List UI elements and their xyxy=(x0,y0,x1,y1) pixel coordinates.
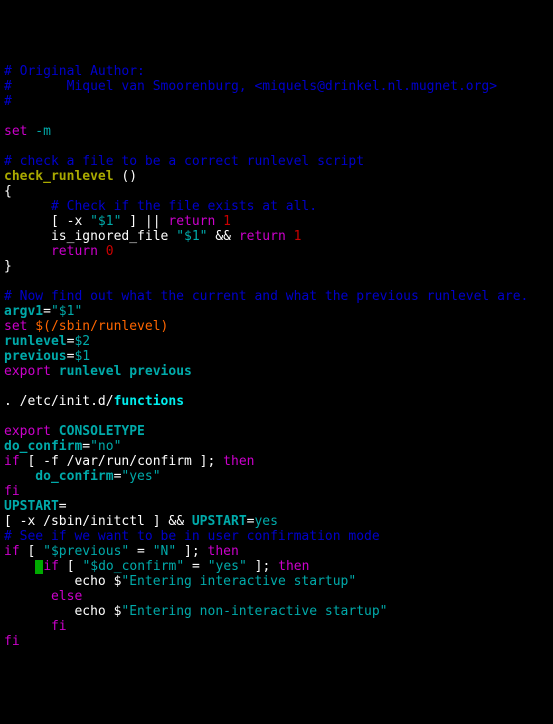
text: echo $ xyxy=(4,604,121,619)
string: "Entering interactive startup" xyxy=(121,574,356,589)
comment-line: # check a file to be a correct runlevel … xyxy=(4,154,364,169)
text: ] && xyxy=(145,514,192,529)
indent xyxy=(4,589,51,604)
keyword-export: export xyxy=(4,364,51,379)
brace: { xyxy=(4,184,12,199)
string: "$do_confirm" xyxy=(82,559,184,574)
comment-line: # Check if the file exists at all. xyxy=(4,199,317,214)
path: /sbin/initctl xyxy=(43,514,145,529)
indent xyxy=(4,619,51,634)
text: [ -x xyxy=(4,514,43,529)
text: echo $ xyxy=(4,574,121,589)
text: [ -x xyxy=(4,214,90,229)
comment-line: # Now find out what the current and what… xyxy=(4,289,528,304)
variable: UPSTART xyxy=(192,514,247,529)
variable: runlevel xyxy=(4,334,67,349)
indent xyxy=(4,559,35,574)
string: "Entering non-interactive startup" xyxy=(121,604,387,619)
parens: () xyxy=(114,169,137,184)
keyword-fi: fi xyxy=(51,619,67,634)
variable: do_confirm xyxy=(4,439,82,454)
vars: runlevel previous xyxy=(51,364,192,379)
keyword-then: then xyxy=(208,544,239,559)
path-func: functions xyxy=(114,394,184,409)
keyword-if: if xyxy=(4,454,20,469)
keyword-if: if xyxy=(4,544,20,559)
string: "$previous" xyxy=(43,544,129,559)
string: "yes" xyxy=(208,559,247,574)
keyword-fi: fi xyxy=(4,634,20,649)
text xyxy=(4,244,51,259)
keyword-then: then xyxy=(223,454,254,469)
keyword-then: then xyxy=(278,559,309,574)
string: "$1" xyxy=(90,214,121,229)
text: = xyxy=(184,559,207,574)
comment-line: # Miquel van Smoorenburg, <miquels@drink… xyxy=(4,79,497,94)
text: ]; xyxy=(247,559,278,574)
string: "no" xyxy=(90,439,121,454)
value: yes xyxy=(254,514,277,529)
keyword-set: set xyxy=(4,319,27,334)
keyword-if: if xyxy=(43,559,59,574)
text: ] || xyxy=(121,214,168,229)
eq: = xyxy=(43,304,51,319)
text: [ xyxy=(20,544,43,559)
path: /var/run/confirm xyxy=(67,454,192,469)
keyword-fi: fi xyxy=(4,484,20,499)
subshell: $(/sbin/runlevel) xyxy=(27,319,168,334)
variable: argv1 xyxy=(4,304,43,319)
string: "N" xyxy=(153,544,176,559)
text: is_ignored_file xyxy=(4,229,176,244)
text: ]; xyxy=(192,454,223,469)
text: [ xyxy=(59,559,82,574)
keyword-else: else xyxy=(51,589,82,604)
keyword-return: return xyxy=(51,244,98,259)
number: 0 xyxy=(98,244,114,259)
eq: = xyxy=(59,499,67,514)
string: "$1" xyxy=(176,229,207,244)
flag: -m xyxy=(27,124,50,139)
value: $2 xyxy=(74,334,90,349)
comment-line: # Original Author: xyxy=(4,64,145,79)
text: = xyxy=(129,544,152,559)
text: . /etc/init.d/ xyxy=(4,394,114,409)
vars: CONSOLETYPE xyxy=(51,424,145,439)
value: $1 xyxy=(74,349,90,364)
function-name: check_runlevel xyxy=(4,169,114,184)
comment-line: # xyxy=(4,94,12,109)
variable: do_confirm xyxy=(4,469,114,484)
variable: UPSTART xyxy=(4,499,59,514)
keyword-export: export xyxy=(4,424,51,439)
keyword-return: return xyxy=(239,229,286,244)
keyword-return: return xyxy=(168,214,215,229)
number: 1 xyxy=(286,229,302,244)
string: "$1" xyxy=(51,304,82,319)
keyword-set: set xyxy=(4,124,27,139)
eq: = xyxy=(82,439,90,454)
comment-line: # See if we want to be in user confirmat… xyxy=(4,529,380,544)
string: "yes" xyxy=(121,469,160,484)
brace: } xyxy=(4,259,12,274)
number: 1 xyxy=(215,214,231,229)
variable: previous xyxy=(4,349,67,364)
text: && xyxy=(208,229,239,244)
text: ]; xyxy=(176,544,207,559)
terminal-code-view[interactable]: # Original Author: # Miquel van Smoorenb… xyxy=(4,64,549,649)
text: [ -f xyxy=(20,454,67,469)
